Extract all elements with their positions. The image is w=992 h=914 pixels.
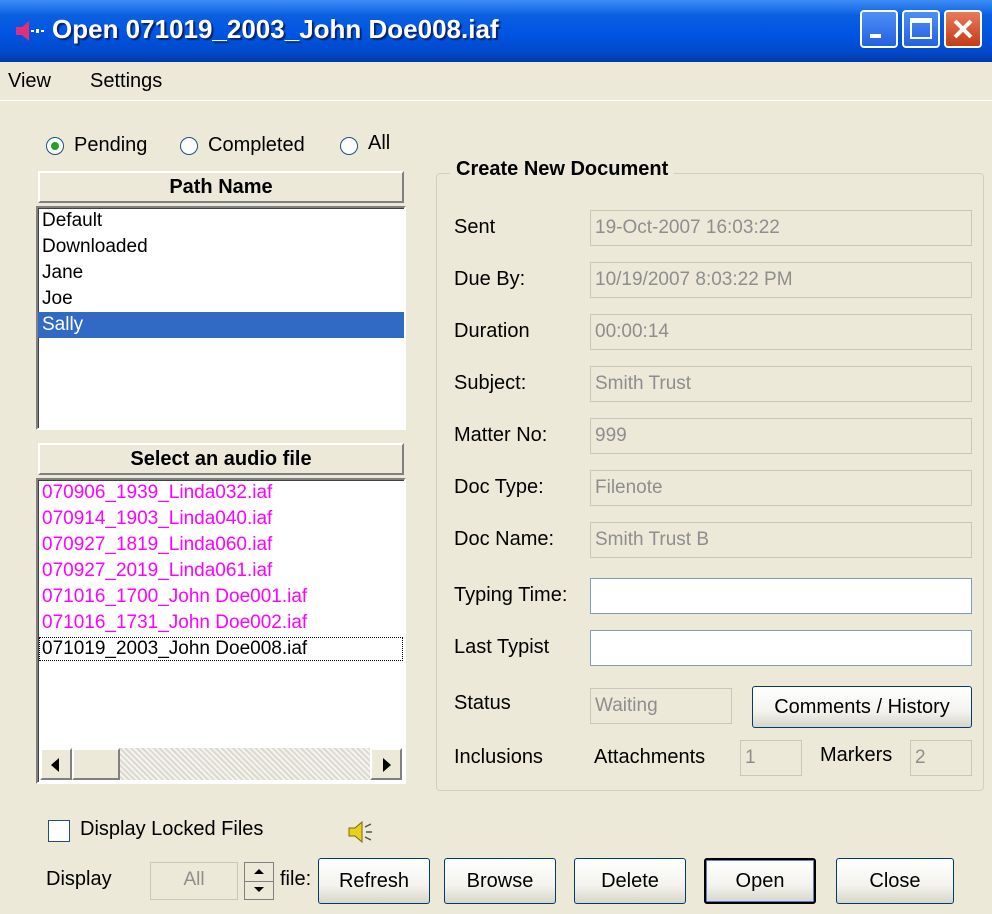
files-label: file: bbox=[280, 868, 312, 890]
display-locked-files-label[interactable]: Display Locked Files bbox=[80, 818, 263, 841]
spin-up-button[interactable] bbox=[245, 863, 273, 882]
display-locked-files-checkbox[interactable] bbox=[48, 820, 70, 842]
file-item[interactable]: 070927_2019_Linda061.iaf bbox=[38, 558, 404, 584]
duration-label: Duration bbox=[454, 320, 530, 342]
subject-field[interactable]: Smith Trust bbox=[590, 366, 972, 402]
sent-label: Sent bbox=[454, 216, 496, 238]
file-item[interactable]: 070927_1819_Linda060.iaf bbox=[38, 532, 404, 558]
radio-completed[interactable] bbox=[180, 137, 198, 155]
doc-name-field[interactable]: Smith Trust B bbox=[590, 522, 972, 558]
file-item[interactable]: 070914_1903_Linda040.iaf bbox=[38, 506, 404, 532]
browse-button[interactable]: Browse bbox=[444, 858, 556, 904]
path-item-jane[interactable]: Jane bbox=[38, 260, 404, 286]
window-title: Open 071019_2003_John Doe008.iaf bbox=[52, 14, 499, 44]
maximize-icon bbox=[910, 18, 932, 39]
file-list-hscrollbar[interactable] bbox=[40, 748, 402, 780]
doc-type-label: Doc Type: bbox=[454, 476, 544, 498]
open-button[interactable]: Open bbox=[704, 858, 816, 904]
file-item[interactable]: 071016_1731_John Doe002.iaf bbox=[38, 610, 404, 636]
menu-settings[interactable]: Settings bbox=[90, 70, 162, 93]
app-audio-icon bbox=[16, 21, 44, 41]
scroll-thumb[interactable] bbox=[72, 748, 120, 780]
refresh-button[interactable]: Refresh bbox=[318, 858, 430, 904]
radio-pending-label[interactable]: Pending bbox=[74, 134, 147, 157]
menu-view[interactable]: View bbox=[8, 70, 51, 93]
path-name-header[interactable]: Path Name bbox=[38, 171, 404, 203]
audio-file-list[interactable]: 070906_1939_Linda032.iaf 070914_1903_Lin… bbox=[36, 478, 406, 784]
scroll-right-button[interactable] bbox=[370, 748, 402, 780]
last-typist-label: Last Typist bbox=[454, 636, 550, 658]
doc-type-field[interactable]: Filenote bbox=[590, 470, 972, 506]
title-bar[interactable]: Open 071019_2003_John Doe008.iaf bbox=[0, 0, 992, 62]
speaker-icon[interactable] bbox=[346, 818, 374, 846]
display-label: Display bbox=[46, 868, 112, 890]
radio-all[interactable] bbox=[340, 137, 358, 155]
close-button[interactable]: Close bbox=[836, 858, 954, 904]
audio-file-header[interactable]: Select an audio file bbox=[38, 443, 404, 475]
radio-completed-label[interactable]: Completed bbox=[208, 134, 305, 157]
open-dialog-window: Open 071019_2003_John Doe008.iaf View Se… bbox=[0, 0, 992, 914]
last-typist-field[interactable] bbox=[590, 630, 972, 666]
due-by-field[interactable]: 10/19/2007 8:03:22 PM bbox=[590, 262, 972, 298]
scroll-left-button[interactable] bbox=[40, 748, 72, 780]
delete-button[interactable]: Delete bbox=[574, 858, 686, 904]
minimize-button[interactable] bbox=[860, 10, 898, 48]
markers-field[interactable]: 2 bbox=[910, 740, 972, 776]
menu-bar: View Settings bbox=[0, 62, 992, 101]
file-item[interactable]: 071016_1700_John Doe001.iaf bbox=[38, 584, 404, 610]
due-by-label: Due By: bbox=[454, 268, 526, 290]
path-item-joe[interactable]: Joe bbox=[38, 286, 404, 312]
radio-pending[interactable] bbox=[46, 137, 64, 155]
doc-name-label: Doc Name: bbox=[454, 528, 555, 550]
chevron-left-icon bbox=[51, 758, 59, 772]
path-list[interactable]: Default Downloaded Jane Joe Sally bbox=[36, 206, 406, 430]
path-item-downloaded[interactable]: Downloaded bbox=[38, 234, 404, 260]
file-item-focused[interactable]: 071019_2003_John Doe008.iaf bbox=[38, 636, 404, 662]
display-spinner[interactable] bbox=[244, 862, 274, 900]
radio-all-label[interactable]: All bbox=[368, 132, 390, 155]
display-count-field[interactable]: All bbox=[150, 862, 238, 900]
typing-time-field[interactable] bbox=[590, 578, 972, 614]
maximize-button[interactable] bbox=[902, 10, 940, 48]
path-item-default[interactable]: Default bbox=[38, 208, 404, 234]
subject-label: Subject: bbox=[454, 372, 527, 394]
path-item-sally[interactable]: Sally bbox=[38, 312, 404, 338]
comments-history-button[interactable]: Comments / History bbox=[752, 686, 972, 728]
minimize-icon bbox=[870, 34, 881, 38]
chevron-right-icon bbox=[383, 758, 391, 772]
close-icon bbox=[953, 19, 973, 39]
inclusions-label: Inclusions bbox=[454, 746, 543, 768]
create-document-label: Create New Document bbox=[450, 158, 675, 181]
close-window-button[interactable] bbox=[944, 10, 982, 48]
file-item[interactable]: 070906_1939_Linda032.iaf bbox=[38, 480, 404, 506]
markers-label: Markers bbox=[820, 744, 893, 766]
attachments-label: Attachments bbox=[594, 746, 706, 768]
sent-field[interactable]: 19-Oct-2007 16:03:22 bbox=[590, 210, 972, 246]
status-field[interactable]: Waiting bbox=[590, 688, 732, 724]
spin-down-button[interactable] bbox=[245, 881, 273, 899]
duration-field[interactable]: 00:00:14 bbox=[590, 314, 972, 350]
status-label: Status bbox=[454, 692, 511, 714]
typing-time-label: Typing Time: bbox=[454, 584, 568, 606]
matter-no-label: Matter No: bbox=[454, 424, 548, 446]
matter-no-field[interactable]: 999 bbox=[590, 418, 972, 454]
attachments-field[interactable]: 1 bbox=[740, 740, 802, 776]
